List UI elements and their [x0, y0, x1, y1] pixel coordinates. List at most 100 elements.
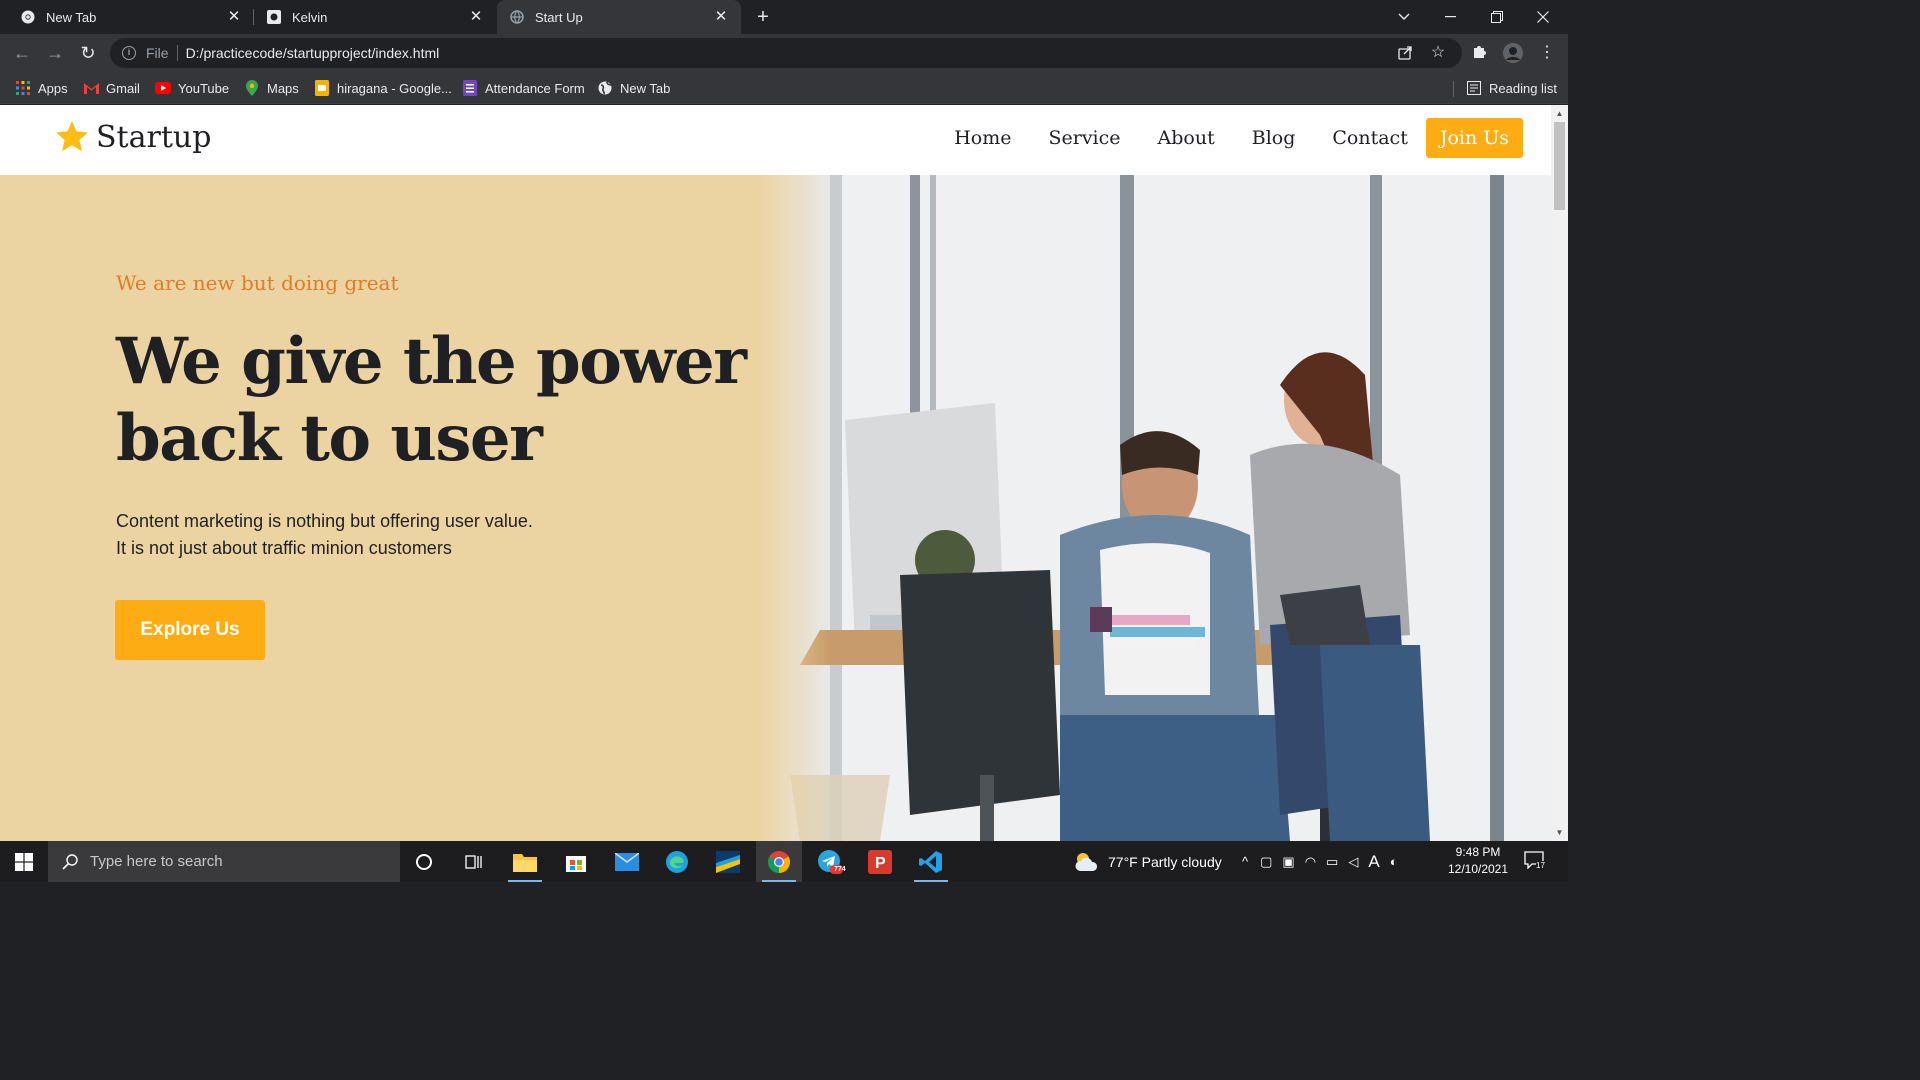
- minimize-button[interactable]: [1427, 0, 1473, 34]
- url-text[interactable]: D:/practicecode/startupproject/index.htm…: [186, 45, 440, 61]
- cortana-circle-icon: [416, 853, 432, 870]
- presentation-app[interactable]: P: [857, 841, 903, 882]
- mail-app[interactable]: [604, 841, 650, 882]
- globe-icon: [509, 9, 525, 25]
- weather-widget[interactable]: 77°F Partly cloudy: [1074, 841, 1222, 882]
- mail-envelope-icon: [615, 852, 639, 871]
- ide-app[interactable]: [705, 841, 751, 882]
- nav-home[interactable]: Home: [954, 127, 1011, 149]
- bookmark-gmail[interactable]: Gmail: [83, 78, 140, 98]
- p-logo-icon: P: [868, 849, 892, 874]
- bookmark-label: Attendance Form: [485, 80, 585, 96]
- chrome-icon: [768, 850, 790, 873]
- close-window-button[interactable]: [1520, 0, 1566, 34]
- tab-search-chevron-icon[interactable]: [1381, 0, 1427, 34]
- bookmark-youtube[interactable]: YouTube: [155, 78, 229, 98]
- vscode-app[interactable]: [908, 841, 954, 882]
- site-navbar: Startup Home Service About Blog Contact …: [0, 105, 1551, 175]
- page-viewport: Startup Home Service About Blog Contact …: [0, 105, 1568, 841]
- bookmark-maps[interactable]: Maps: [244, 78, 299, 98]
- forward-arrow-icon[interactable]: →: [43, 41, 67, 65]
- taskbar-search-box[interactable]: Type here to search: [48, 841, 400, 882]
- tab-new-tab[interactable]: New Tab ✕: [0, 0, 254, 34]
- extensions-puzzle-icon[interactable]: [1470, 43, 1490, 63]
- file-explorer-app[interactable]: [502, 841, 548, 882]
- site-logo[interactable]: Startup: [54, 119, 211, 155]
- hero-description: Content marketing is nothing but offerin…: [116, 508, 636, 562]
- tab-start-up[interactable]: Start Up ✕: [497, 0, 741, 34]
- search-icon: [62, 853, 78, 870]
- start-button[interactable]: [0, 841, 48, 882]
- microsoft-store-app[interactable]: [553, 841, 599, 882]
- nav-blog[interactable]: Blog: [1252, 127, 1296, 149]
- youtube-icon: [155, 80, 171, 96]
- bookmark-star-icon[interactable]: ☆: [1430, 45, 1446, 61]
- info-icon[interactable]: i: [122, 46, 136, 60]
- tab-strip: New Tab ✕ Kelvin ✕ Start Up ✕ +: [0, 0, 1568, 34]
- chrome-app[interactable]: [756, 841, 802, 882]
- scroll-down-arrow-icon[interactable]: ▼: [1551, 824, 1568, 841]
- weather-text: 77°F Partly cloudy: [1108, 853, 1222, 870]
- bookmarks-bar: Apps Gmail YouTube Maps hiragana - Googl…: [0, 72, 1568, 104]
- system-tray-icons: ^ ▢ ▣ ◠ ▭ ◁ A ◐: [1242, 841, 1398, 882]
- kelvin-favicon: [266, 9, 282, 25]
- tab-title: Kelvin: [292, 9, 328, 25]
- bookmark-label: New Tab: [620, 80, 671, 96]
- reading-list-button[interactable]: Reading list: [1466, 78, 1557, 98]
- close-icon[interactable]: ✕: [713, 9, 729, 25]
- volume-icon[interactable]: ◁: [1348, 854, 1358, 870]
- clock[interactable]: 9:48 PM 12/10/2021: [1440, 844, 1516, 878]
- globe-icon: [597, 80, 613, 96]
- bookmark-apps[interactable]: Apps: [15, 78, 68, 98]
- battery-icon[interactable]: ▭: [1326, 854, 1338, 870]
- reload-icon[interactable]: ↻: [76, 41, 100, 65]
- task-view-icon: [465, 854, 482, 869]
- windows-taskbar: Type here to search 774 P 77°F Partly cl…: [0, 841, 1568, 882]
- display-icon[interactable]: ▣: [1282, 854, 1294, 870]
- wifi-icon[interactable]: ◠: [1305, 854, 1316, 870]
- tab-title: New Tab: [46, 9, 97, 25]
- logo-text: Startup: [96, 119, 212, 155]
- back-arrow-icon[interactable]: ←: [10, 41, 34, 65]
- join-us-button[interactable]: Join Us: [1425, 118, 1523, 158]
- divider: [176, 45, 178, 61]
- notification-center-button[interactable]: 17: [1524, 851, 1546, 873]
- chevron-up-icon[interactable]: ^: [1242, 854, 1248, 869]
- restore-button[interactable]: [1474, 0, 1520, 34]
- scroll-up-arrow-icon[interactable]: ▲: [1551, 105, 1568, 122]
- new-tab-button[interactable]: +: [752, 6, 774, 28]
- menu-dots-icon[interactable]: ⋮: [1537, 43, 1557, 63]
- address-bar[interactable]: i File D:/practicecode/startupproject/in…: [110, 38, 1462, 68]
- close-icon[interactable]: ✕: [226, 9, 242, 25]
- profile-avatar[interactable]: [1503, 43, 1523, 63]
- scrollbar-thumb[interactable]: [1554, 122, 1565, 210]
- share-icon[interactable]: [1397, 45, 1413, 61]
- bookmark-label: Maps: [267, 80, 299, 96]
- bookmark-hiragana[interactable]: hiragana - Google...: [314, 78, 452, 98]
- bookmark-label: YouTube: [178, 80, 230, 96]
- tab-kelvin[interactable]: Kelvin ✕: [254, 0, 496, 34]
- bookmark-label: Apps: [38, 80, 68, 96]
- nav-contact[interactable]: Contact: [1332, 127, 1407, 149]
- url-scheme-label: File: [146, 45, 169, 61]
- meet-now-icon[interactable]: ▢: [1260, 854, 1272, 870]
- site-nav-links: Home Service About Blog Contact Join Us: [917, 118, 1523, 158]
- telegram-app[interactable]: 774: [807, 841, 853, 882]
- edge-app[interactable]: [654, 841, 700, 882]
- clock-time: 9:48 PM: [1455, 845, 1501, 859]
- close-icon[interactable]: ✕: [468, 9, 484, 25]
- star-logo-icon: [56, 121, 88, 152]
- notification-count: 17: [1536, 861, 1545, 870]
- cortana-button[interactable]: [401, 841, 447, 882]
- nav-service[interactable]: Service: [1048, 127, 1120, 149]
- bookmark-new-tab[interactable]: New Tab: [597, 78, 670, 98]
- nav-about[interactable]: About: [1158, 127, 1215, 149]
- focus-assist-icon[interactable]: ◐: [1390, 854, 1398, 869]
- bookmark-attendance-form[interactable]: Attendance Form: [462, 78, 585, 98]
- task-view-button[interactable]: [451, 841, 497, 882]
- explore-us-button[interactable]: Explore Us: [115, 600, 265, 660]
- hero-headline: We give the power back to user: [116, 323, 756, 477]
- store-bag-icon: [566, 855, 586, 872]
- page-scrollbar[interactable]: ▲ ▼: [1551, 105, 1568, 841]
- input-language-icon[interactable]: A: [1368, 852, 1379, 872]
